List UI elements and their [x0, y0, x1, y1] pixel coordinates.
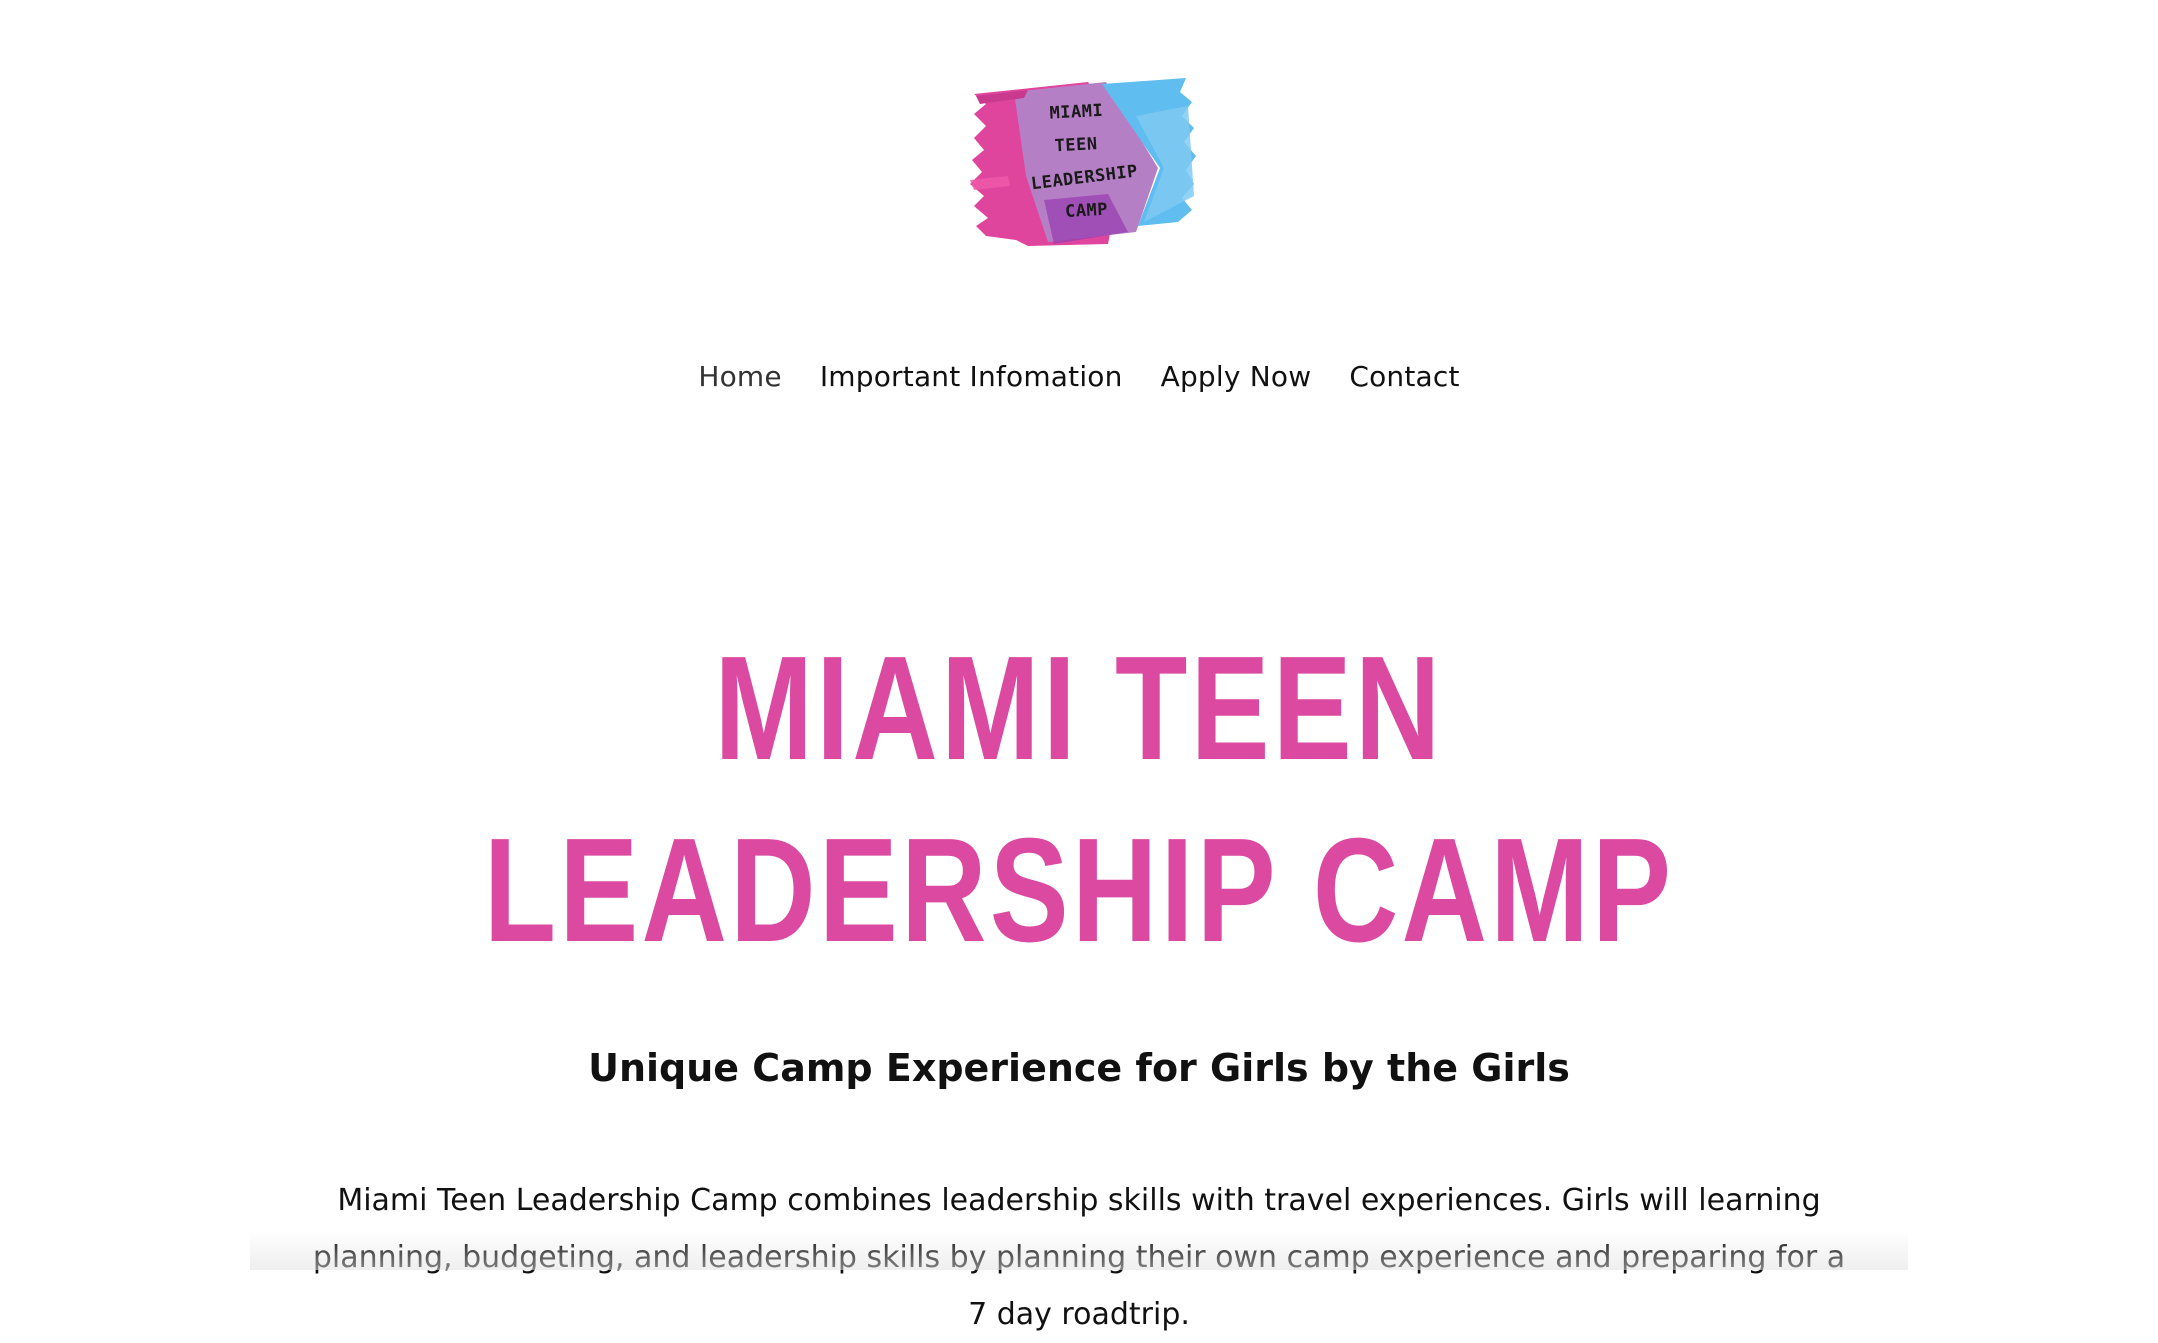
nav-item-home[interactable]: Home	[698, 360, 782, 393]
logo-line-1: MIAMI	[1049, 100, 1104, 124]
page-title-line-1: MIAMI TEEN	[714, 626, 1444, 791]
logo-line-2: TEEN	[1054, 134, 1099, 157]
page-title-line-2: LEADERSHIP CAMP	[483, 808, 1675, 973]
logo-text: MIAMI TEEN LEADERSHIP CAMP	[964, 70, 1201, 254]
nav-item-contact[interactable]: Contact	[1349, 360, 1459, 393]
intro-paragraph: Miami Teen Leadership Camp combines lead…	[312, 1183, 1846, 1332]
page-subtitle: Unique Camp Experience for Girls by the …	[588, 1046, 1570, 1090]
logo-line-3: LEADERSHIP	[1030, 161, 1140, 195]
logo[interactable]: MIAMI TEEN LEADERSHIP CAMP	[968, 76, 1196, 248]
nav-item-apply-now[interactable]: Apply Now	[1161, 360, 1312, 393]
page-title: MIAMI TEEN LEADERSHIP CAMP	[216, 618, 1942, 982]
logo-line-4: CAMP	[1064, 199, 1109, 222]
main-nav: Home Important Infomation Apply Now Cont…	[0, 360, 2158, 393]
nav-item-important-information[interactable]: Important Infomation	[820, 360, 1123, 393]
